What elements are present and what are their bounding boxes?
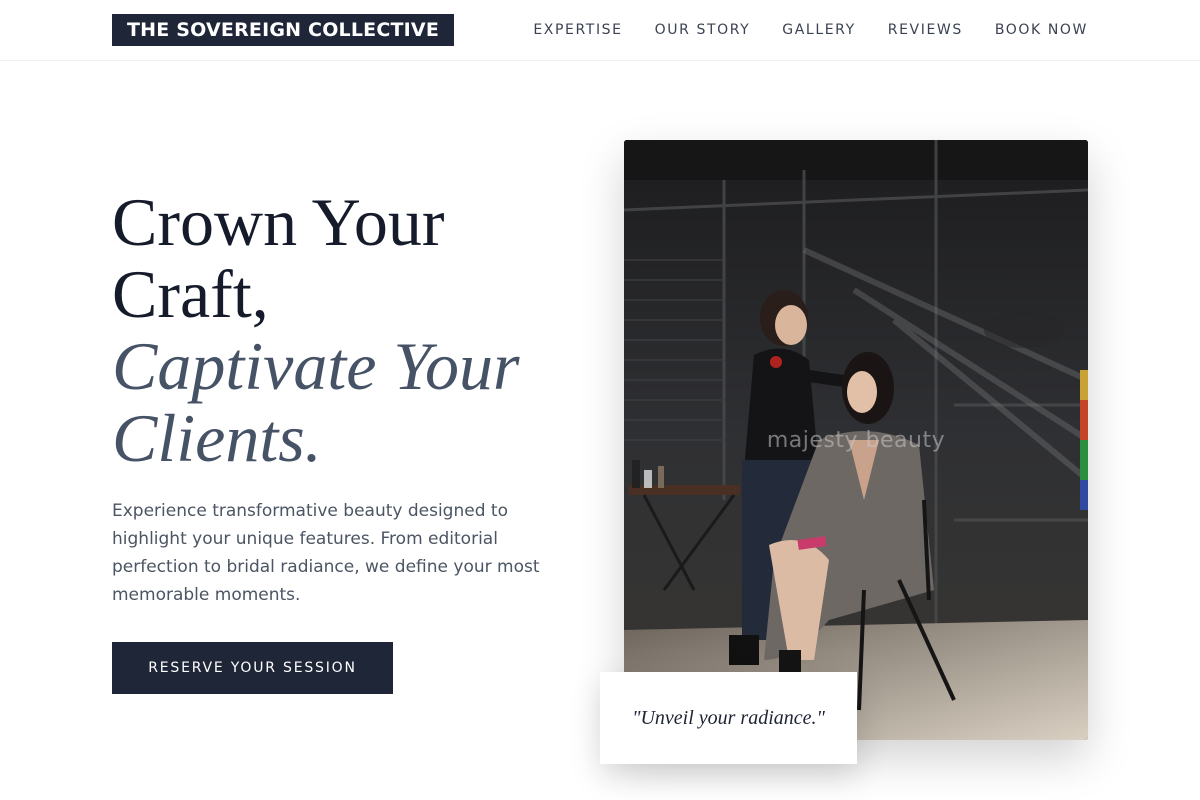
headline-line-4: Clients. [112,400,322,476]
hero-description: Experience transformative beauty designe… [112,501,540,605]
reserve-session-button[interactable]: RESERVE YOUR SESSION [112,642,393,694]
nav-link-book-now[interactable]: BOOK NOW [995,22,1088,38]
nav-link-expertise[interactable]: EXPERTISE [533,22,622,38]
brand-logo[interactable]: THE SOVEREIGN COLLECTIVE [112,14,455,46]
nav-link-our-story[interactable]: OUR STORY [655,22,751,38]
nav-link-reviews[interactable]: REVIEWS [888,22,963,38]
headline-line-2: Craft, [112,256,269,332]
nav-link-gallery[interactable]: GALLERY [782,22,855,38]
main-nav: EXPERTISE OUR STORY GALLERY REVIEWS BOOK… [533,0,1088,60]
headline-line-1: Crown Your [112,184,445,260]
hero-photo: majesty beauty [624,140,1088,740]
hero-headline: Crown Your Craft, Captivate Your Clients… [112,186,582,474]
quote-card: "Unveil your radiance." [600,672,857,764]
quote-text: "Unveil your radiance." [632,706,825,729]
headline-line-3: Captivate Your [112,328,520,404]
photo-watermark: majesty beauty [766,428,946,453]
site-header: THE SOVEREIGN COLLECTIVE EXPERTISE OUR S… [0,0,1200,61]
